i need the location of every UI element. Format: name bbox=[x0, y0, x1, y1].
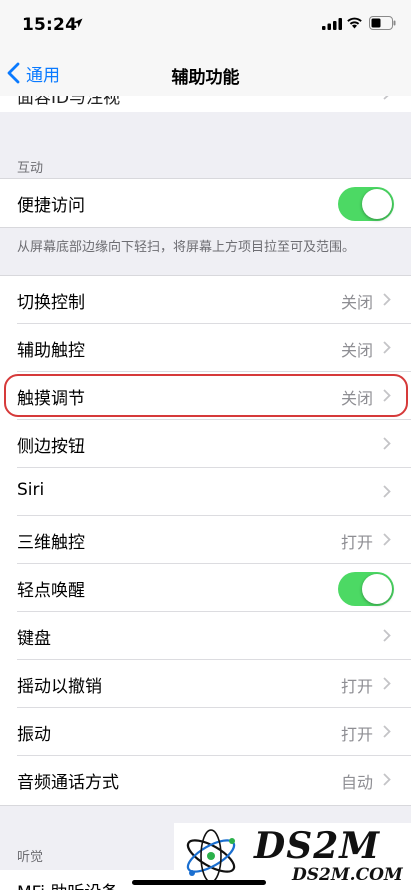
status-bar: 15:24 bbox=[0, 0, 411, 50]
reachability-toggle[interactable] bbox=[338, 187, 394, 221]
row-touch-accommodations[interactable]: 触摸调节 关闭 bbox=[0, 372, 411, 420]
settings-list: 切换控制 关闭 辅助触控 关闭 触摸调节 关闭 侧边按钮 Siri 三维触控 打… bbox=[0, 275, 411, 806]
chevron-right-icon bbox=[383, 773, 391, 786]
row-label: 触摸调节 bbox=[17, 389, 85, 409]
status-time: 15:24 bbox=[22, 15, 78, 35]
chevron-right-icon bbox=[383, 533, 391, 546]
row-vibration[interactable]: 振动 打开 bbox=[0, 708, 411, 756]
chevron-right-icon bbox=[383, 389, 391, 402]
page-title: 辅助功能 bbox=[171, 68, 240, 88]
battery-icon bbox=[369, 16, 396, 30]
row-value: 自动 bbox=[340, 773, 373, 792]
row-side-button[interactable]: 侧边按钮 bbox=[0, 420, 411, 468]
reachability-row: 便捷访问 bbox=[0, 179, 411, 227]
row-value: 打开 bbox=[340, 533, 373, 552]
watermark-title: DS2M bbox=[254, 825, 381, 867]
atom-logo-icon bbox=[186, 829, 236, 883]
chevron-right-icon bbox=[383, 725, 391, 738]
chevron-right-icon bbox=[383, 629, 391, 642]
row-tap-to-wake: 轻点唤醒 bbox=[0, 564, 411, 612]
row-switch-control[interactable]: 切换控制 关闭 bbox=[0, 276, 411, 324]
tap-to-wake-toggle[interactable] bbox=[338, 572, 394, 606]
chevron-right-icon bbox=[383, 293, 391, 306]
reachability-group: 便捷访问 bbox=[0, 178, 411, 228]
row-label: Siri bbox=[17, 480, 45, 500]
row-value: 关闭 bbox=[340, 293, 373, 312]
reachability-description: 从屏幕底部边缘向下轻扫，将屏幕上方项目拉至可及范围。 bbox=[17, 240, 356, 255]
row-value: 关闭 bbox=[340, 389, 373, 408]
row-label: 侧边按钮 bbox=[17, 437, 85, 457]
section-header-interaction: 互动 bbox=[17, 161, 44, 176]
section-header-hearing: 听觉 bbox=[17, 850, 44, 865]
row-label: MFi 助听设备 bbox=[17, 878, 118, 890]
row-call-audio-routing[interactable]: 音频通话方式 自动 bbox=[0, 756, 411, 804]
toggle-knob bbox=[362, 189, 392, 219]
navigation-bar: 通用 辅助功能 bbox=[0, 50, 411, 96]
reachability-label: 便捷访问 bbox=[17, 196, 85, 216]
chevron-right-icon bbox=[383, 485, 391, 498]
row-label: 音频通话方式 bbox=[17, 773, 119, 793]
row-label: 键盘 bbox=[17, 629, 51, 649]
location-arrow-icon bbox=[73, 18, 83, 28]
chevron-right-icon bbox=[383, 677, 391, 690]
cellular-signal-icon bbox=[322, 18, 342, 30]
row-label: 振动 bbox=[17, 725, 51, 745]
wifi-icon bbox=[347, 17, 362, 29]
row-3d-touch[interactable]: 三维触控 打开 bbox=[0, 516, 411, 564]
row-label: 切换控制 bbox=[17, 293, 85, 313]
chevron-right-icon bbox=[383, 341, 391, 354]
toggle-knob bbox=[362, 574, 392, 604]
row-value: 打开 bbox=[340, 725, 373, 744]
row-keyboard[interactable]: 键盘 bbox=[0, 612, 411, 660]
row-shake-to-undo[interactable]: 摇动以撤销 打开 bbox=[0, 660, 411, 708]
row-label: 轻点唤醒 bbox=[17, 581, 85, 601]
row-value: 打开 bbox=[340, 677, 373, 696]
row-label: 三维触控 bbox=[17, 533, 85, 553]
row-assistive-touch[interactable]: 辅助触控 关闭 bbox=[0, 324, 411, 372]
watermark-subtitle: DS2M.COM bbox=[292, 865, 403, 885]
row-label: 辅助触控 bbox=[17, 341, 85, 361]
home-indicator[interactable] bbox=[132, 880, 266, 885]
row-siri[interactable]: Siri bbox=[0, 468, 411, 516]
chevron-right-icon bbox=[383, 437, 391, 450]
row-value: 关闭 bbox=[340, 341, 373, 360]
row-label: 摇动以撤销 bbox=[17, 677, 102, 697]
